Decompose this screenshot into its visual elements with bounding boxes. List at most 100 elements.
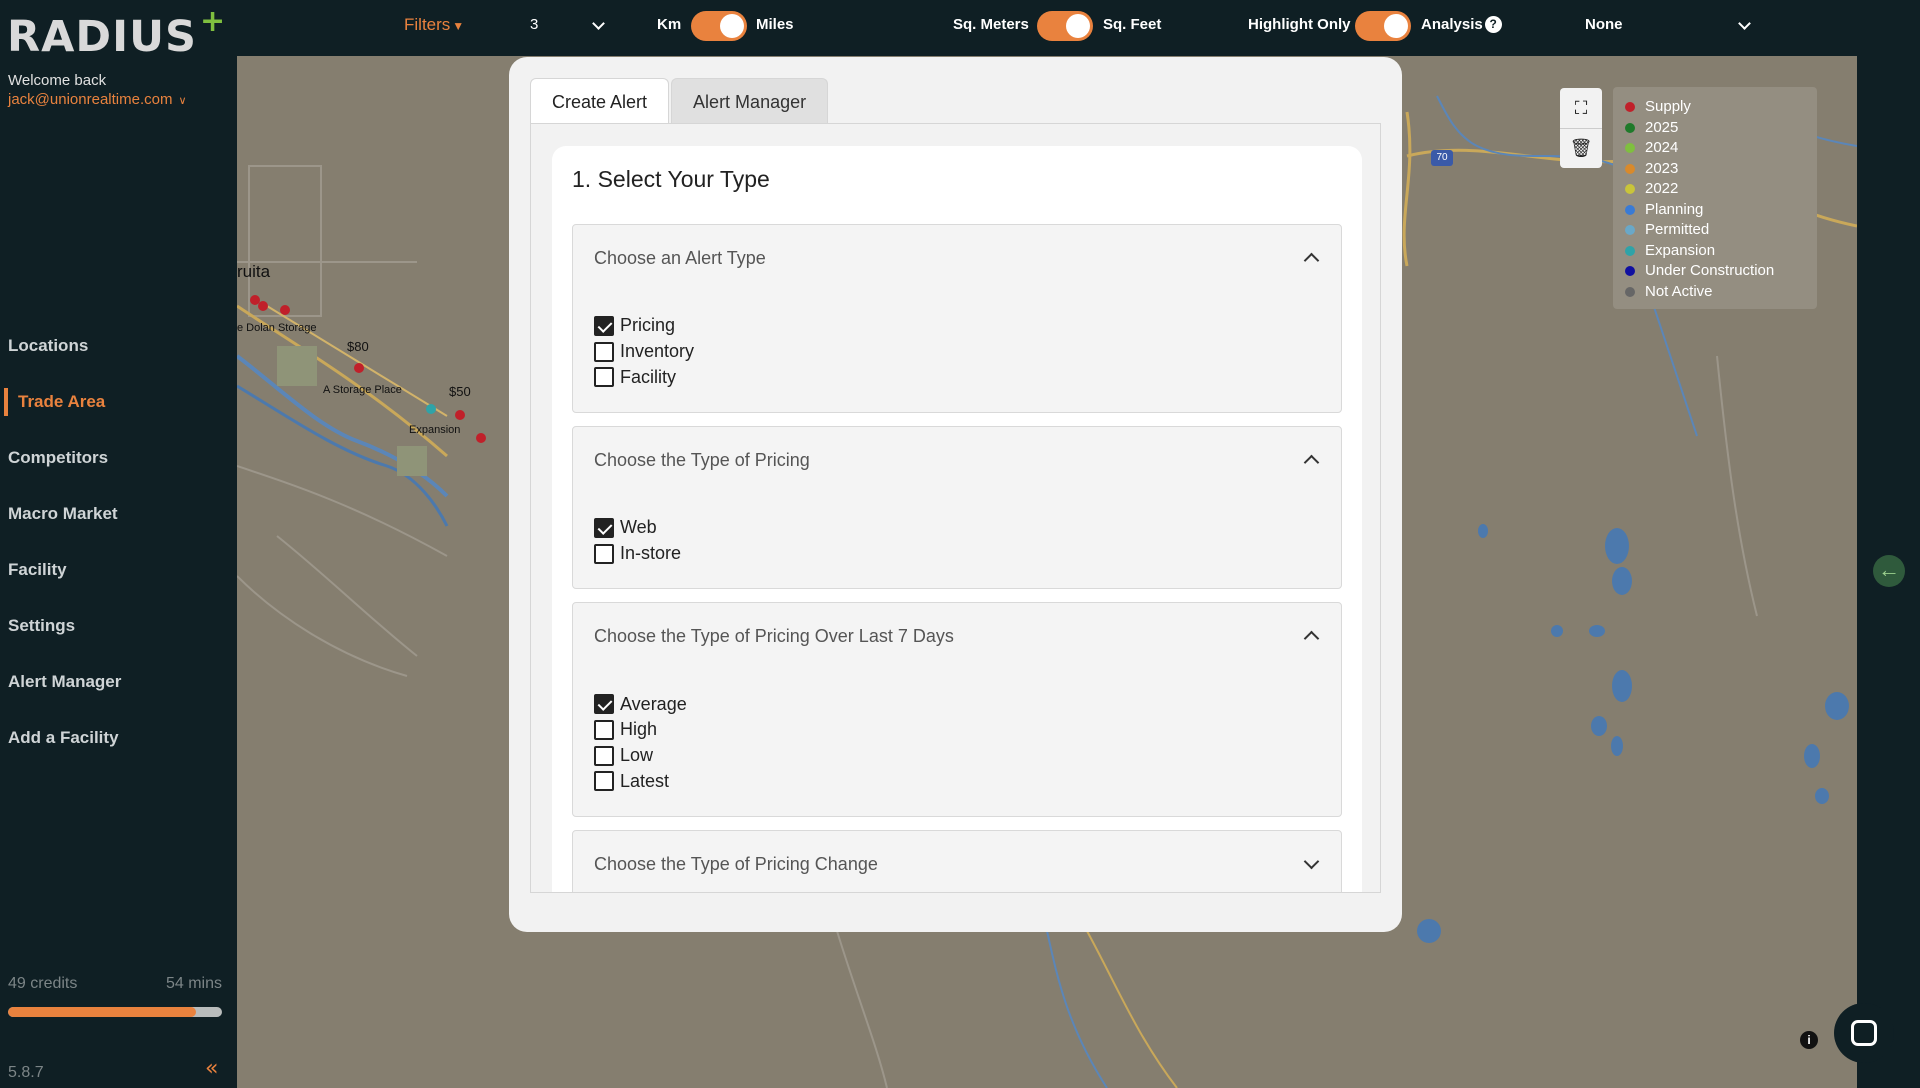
checkbox-label: Pricing xyxy=(620,315,676,336)
checkbox-label: Web xyxy=(620,517,657,538)
legend-dot-icon xyxy=(1625,163,1635,174)
sidebar-item-add-a-facility[interactable]: Add a Facility xyxy=(0,710,237,766)
legend-label: Planning xyxy=(1645,200,1704,218)
map-draw-tools: ⛶ 🗑 xyxy=(1560,88,1602,168)
legend-item: Expansion xyxy=(1625,241,1817,262)
checkbox-option[interactable]: Inventory xyxy=(594,339,1341,365)
toggle-knob xyxy=(1066,14,1090,38)
analysis-label-group: Analysis? xyxy=(1421,0,1502,50)
sidebar-item-locations[interactable]: Locations xyxy=(0,318,237,374)
checkbox-option[interactable]: High xyxy=(594,717,1341,743)
radius-select[interactable]: 3 xyxy=(530,0,622,50)
legend-label: 2022 xyxy=(1645,180,1679,197)
legend-label: Expansion xyxy=(1645,241,1716,259)
legend-label: 2023 xyxy=(1645,159,1679,177)
legend-dot-icon xyxy=(1625,245,1635,256)
accordion-header[interactable]: Choose the Type of Pricing Over Last 7 D… xyxy=(573,603,1341,669)
legend-item: 2024 xyxy=(1625,138,1817,159)
area-unit-toggle[interactable] xyxy=(1037,11,1093,41)
checkbox-icon[interactable] xyxy=(594,341,614,362)
sidebar-item-alert-manager[interactable]: Alert Manager xyxy=(0,654,237,710)
area-sqft-label: Sq. Feet xyxy=(1103,16,1162,33)
checkbox-icon[interactable] xyxy=(594,719,614,740)
legend-dot-icon xyxy=(1625,225,1635,236)
accordion-header[interactable]: Choose the Type of Pricing xyxy=(573,427,1341,493)
checkbox-option[interactable]: Average xyxy=(594,691,1341,717)
accordion-title: Choose the Type of Pricing Over Last 7 D… xyxy=(594,626,954,647)
checkbox-option[interactable]: Low xyxy=(594,743,1341,769)
alert-modal: Create Alert Alert Manager 1. Select You… xyxy=(509,57,1402,932)
checkbox-option[interactable]: Latest xyxy=(594,769,1341,795)
accordion-title: Choose an Alert Type xyxy=(594,248,766,268)
legend-item: Planning xyxy=(1625,200,1817,221)
tab-create-alert[interactable]: Create Alert xyxy=(530,78,670,124)
draw-polygon-icon[interactable]: ⛶ xyxy=(1560,88,1602,128)
credits-row: 49 credits 54 mins xyxy=(8,975,222,993)
caret-down-icon: ▼ xyxy=(452,19,465,33)
radius-value: 3 xyxy=(530,16,539,33)
map-price-label: $80 xyxy=(347,339,369,354)
map-facility-label: A Storage Place xyxy=(323,384,402,396)
toggle-knob xyxy=(720,14,744,38)
legend-dot-icon xyxy=(1625,286,1635,297)
accordion-body: Pricing Inventory Facility xyxy=(573,291,1341,412)
sidebar-item-macro-market[interactable]: Macro Market xyxy=(0,486,237,542)
checkbox-label: Facility xyxy=(620,366,677,387)
legend-item: 2023 xyxy=(1625,159,1817,180)
modal-tabs: Create Alert Alert Manager xyxy=(530,78,829,124)
checkbox-label: In-store xyxy=(620,543,682,564)
checkbox-checked-icon[interactable] xyxy=(594,315,614,336)
map-facility-label: e Dolan Storage xyxy=(237,322,317,334)
info-icon[interactable]: i xyxy=(1800,1031,1818,1049)
account-menu[interactable]: jack@unionrealtime.com ∨ xyxy=(8,91,187,108)
legend-item: Permitted xyxy=(1625,220,1817,241)
accordion-section: Choose the Type of Pricing Change xyxy=(572,830,1342,892)
toggle-knob xyxy=(1384,14,1408,38)
checkbox-icon[interactable] xyxy=(594,745,614,766)
accordion-body: Average High Low Latest xyxy=(573,669,1341,816)
sidebar-item-facility[interactable]: Facility xyxy=(0,542,237,598)
legend-item: Under Construction xyxy=(1625,261,1817,282)
help-icon[interactable]: ? xyxy=(1484,16,1502,33)
accordion-header[interactable]: Choose the Type of Pricing Change xyxy=(573,831,1341,892)
highlight-analysis-toggle[interactable] xyxy=(1355,11,1411,41)
sidebar: RADIUS + Welcome back jack@unionrealtime… xyxy=(0,0,237,1088)
checkbox-option[interactable]: Facility xyxy=(594,364,1341,390)
checkbox-option[interactable]: Web xyxy=(594,515,1341,541)
legend-label: Under Construction xyxy=(1645,262,1775,279)
trash-icon[interactable]: 🗑 xyxy=(1560,128,1602,168)
sidebar-item-settings[interactable]: Settings xyxy=(0,598,237,654)
checkbox-option[interactable]: In-store xyxy=(594,541,1341,567)
app-version: 5.8.7 xyxy=(8,1064,44,1081)
collapse-sidebar-icon[interactable]: « xyxy=(205,1056,218,1081)
checkbox-checked-icon[interactable] xyxy=(594,517,614,538)
legend-label: Supply xyxy=(1645,98,1691,115)
legend-dot-icon xyxy=(1625,122,1635,133)
analysis-select[interactable]: None xyxy=(1585,0,1755,50)
distance-unit-toggle[interactable] xyxy=(691,11,747,41)
sidebar-item-trade-area[interactable]: Trade Area xyxy=(0,374,237,430)
filters-button[interactable]: Filters ▼ xyxy=(404,0,464,50)
chevron-down-icon xyxy=(1303,853,1320,870)
legend-item: 2022 xyxy=(1625,179,1817,200)
legend-label: Permitted xyxy=(1645,221,1710,238)
checkbox-icon[interactable] xyxy=(594,367,614,388)
checkbox-icon[interactable] xyxy=(594,543,614,564)
tab-alert-manager[interactable]: Alert Manager xyxy=(671,78,829,124)
arrow-left-icon[interactable]: ← xyxy=(1873,555,1905,587)
chat-button[interactable] xyxy=(1834,1003,1894,1063)
accordion-section: Choose the Type of Pricing Over Last 7 D… xyxy=(572,602,1342,818)
checkbox-option[interactable]: Pricing xyxy=(594,313,1341,339)
card-title: 1. Select Your Type xyxy=(572,166,770,192)
legend-dot-icon xyxy=(1625,102,1635,113)
chevron-down-icon xyxy=(1738,17,1751,30)
accordion-header[interactable]: Choose an Alert Type xyxy=(573,225,1341,291)
area-sqm-label: Sq. Meters xyxy=(953,16,1029,33)
legend-dot-icon xyxy=(1625,266,1635,277)
checkbox-checked-icon[interactable] xyxy=(594,694,614,715)
welcome-text: Welcome back xyxy=(8,72,107,89)
chevron-down-icon xyxy=(592,17,605,30)
checkbox-icon[interactable] xyxy=(594,771,614,792)
sidebar-item-competitors[interactable]: Competitors xyxy=(0,430,237,486)
credits-progress-bar xyxy=(8,1007,222,1017)
